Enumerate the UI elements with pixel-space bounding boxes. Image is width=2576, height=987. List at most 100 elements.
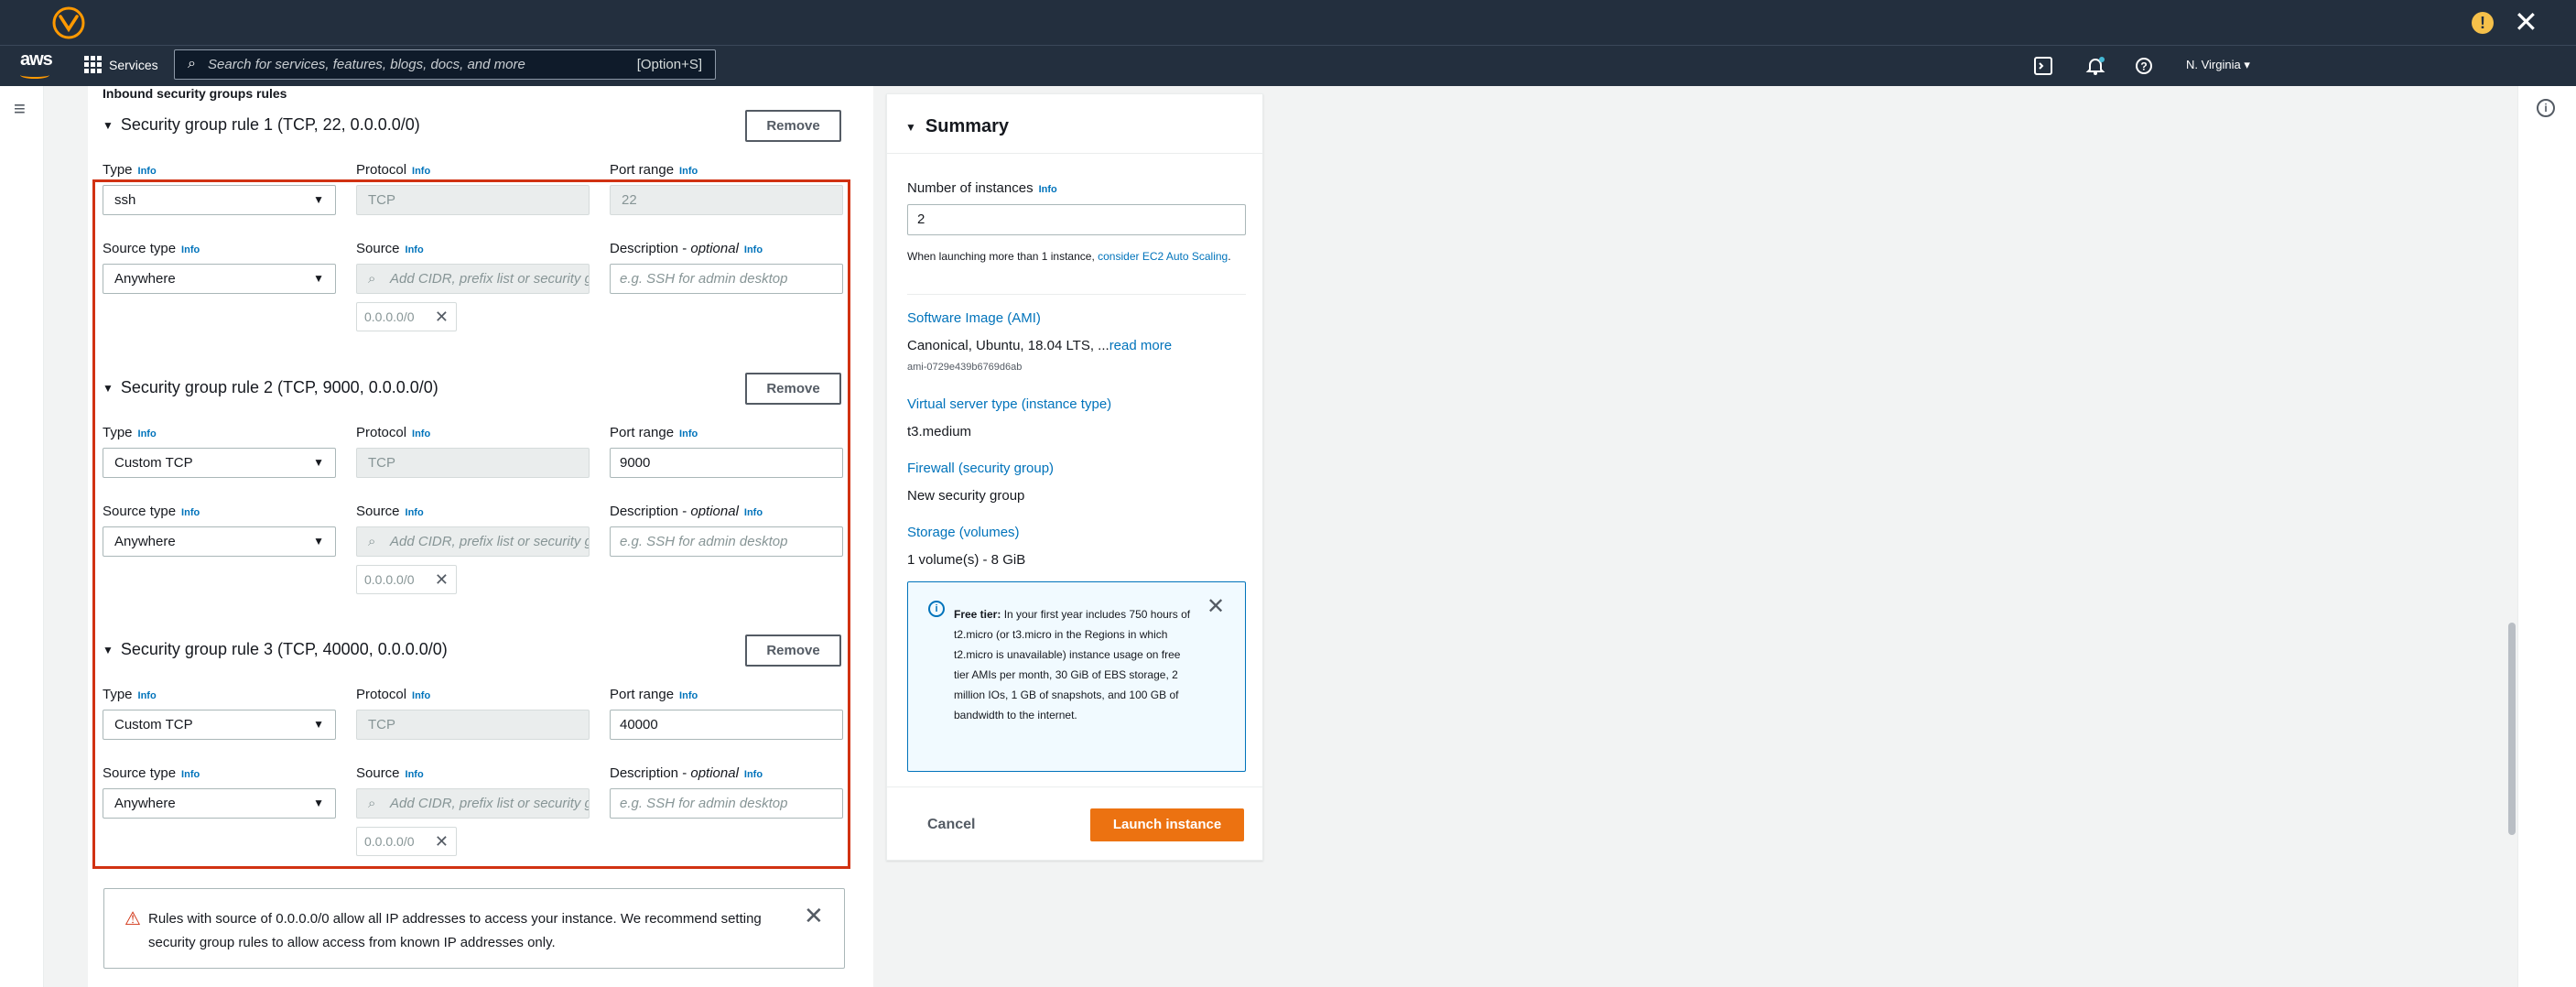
rule-title: Security group rule 3 (TCP, 40000, 0.0.0… <box>120 640 448 658</box>
info-panel-icon[interactable]: i <box>2537 99 2555 117</box>
app-logo-icon <box>52 6 85 39</box>
type-select[interactable]: Custom TCP ▼ <box>103 710 336 740</box>
alert-message: Rules with source of 0.0.0.0/0 allow all… <box>148 911 762 950</box>
summary-header[interactable]: ▼ Summary <box>905 116 1009 137</box>
search-icon: ⌕ <box>368 534 376 549</box>
warning-icon[interactable]: ! <box>2472 12 2494 34</box>
region-selector[interactable]: N. Virginia ▾ <box>2186 58 2250 72</box>
side-navigation-rail: ≡ <box>0 86 44 987</box>
divider <box>907 294 1246 295</box>
services-menu-button[interactable]: Services <box>84 56 158 73</box>
protocol-field: TCP <box>356 710 590 740</box>
help-panel-rail: i <box>2517 86 2576 987</box>
cidr-token: 0.0.0.0/0 ✕ <box>356 565 457 594</box>
info-link[interactable]: Info <box>679 166 698 177</box>
info-link[interactable]: Info <box>1039 184 1057 195</box>
page-scrollbar-thumb[interactable] <box>2508 623 2516 835</box>
source-type-select[interactable]: Anywhere ▼ <box>103 264 336 294</box>
bell-icon[interactable] <box>2085 56 2105 76</box>
free-tier-info-box: i Free tier: In your first year includes… <box>907 581 1246 772</box>
ami-value: Canonical, Ubuntu, 18.04 LTS, ...read mo… <box>907 338 1173 353</box>
close-window-button[interactable]: ✕ <box>2514 7 2538 37</box>
info-link[interactable]: Info <box>406 769 424 780</box>
source-search-input[interactable]: ⌕Add CIDR, prefix list or security group <box>356 788 590 819</box>
remove-rule-button[interactable]: Remove <box>745 634 841 667</box>
source-search-input[interactable]: ⌕Add CIDR, prefix list or security group <box>356 526 590 557</box>
port-range-label: Port range Info <box>610 162 698 178</box>
description-input[interactable]: e.g. SSH for admin desktop <box>610 264 843 294</box>
warning-triangle-icon: ⚠ <box>124 909 141 929</box>
rule-title: Security group rule 1 (TCP, 22, 0.0.0.0/… <box>120 115 420 134</box>
remove-token-icon[interactable]: ✕ <box>435 828 449 855</box>
search-icon: ⌕ <box>188 56 196 71</box>
summary-panel: ▼ Summary Number of instances Info 2 When… <box>886 93 1263 861</box>
info-link[interactable]: Info <box>138 166 157 177</box>
aws-logo-smile-icon <box>20 71 49 79</box>
type-label: Type Info <box>103 687 157 702</box>
protocol-label: Protocol Info <box>356 162 431 178</box>
dropdown-caret-icon: ▼ <box>313 456 324 469</box>
launch-instance-button[interactable]: Launch instance <box>1090 808 1244 841</box>
info-link[interactable]: Info <box>181 244 200 255</box>
info-link[interactable]: Info <box>138 428 157 439</box>
info-link[interactable]: Info <box>138 690 157 701</box>
cloudshell-icon[interactable] <box>2034 57 2052 75</box>
info-link[interactable]: Info <box>406 507 424 518</box>
rule-1-header[interactable]: ▼ Security group rule 1 (TCP, 22, 0.0.0.… <box>103 115 420 135</box>
inbound-rules-heading: Inbound security groups rules <box>103 86 287 101</box>
info-link[interactable]: Info <box>679 690 698 701</box>
dismiss-free-tier-icon[interactable]: ✕ <box>1207 593 1225 620</box>
info-link[interactable]: Info <box>181 769 200 780</box>
info-link[interactable]: Info <box>412 428 430 439</box>
search-icon: ⌕ <box>368 271 376 287</box>
description-label: Description - optional Info <box>610 241 763 256</box>
hamburger-menu-icon[interactable]: ≡ <box>14 97 26 121</box>
info-link[interactable]: Info <box>181 507 200 518</box>
type-select[interactable]: ssh ▼ <box>103 185 336 215</box>
aws-navbar: aws Services ⌕ [Option+S] ? N. Virginia … <box>0 46 2576 86</box>
help-icon[interactable]: ? <box>2135 57 2153 75</box>
aws-logo[interactable]: aws <box>20 49 53 70</box>
remove-token-icon[interactable]: ✕ <box>435 566 449 593</box>
app-title-bar: ! ✕ <box>0 0 2576 46</box>
firewall-link[interactable]: Firewall (security group) <box>907 461 1054 476</box>
info-link[interactable]: Info <box>744 769 763 780</box>
source-type-select[interactable]: Anywhere ▼ <box>103 526 336 557</box>
port-range-input[interactable]: 9000 <box>610 448 843 478</box>
instance-type-link[interactable]: Virtual server type (instance type) <box>907 396 1111 412</box>
global-search-box[interactable]: ⌕ [Option+S] <box>174 49 716 80</box>
info-link[interactable]: Info <box>406 244 424 255</box>
search-input[interactable] <box>208 50 629 79</box>
source-type-select[interactable]: Anywhere ▼ <box>103 788 336 819</box>
type-select[interactable]: Custom TCP ▼ <box>103 448 336 478</box>
source-type-label: Source type Info <box>103 765 200 781</box>
info-link[interactable]: Info <box>412 690 430 701</box>
read-more-link[interactable]: read more <box>1109 338 1172 353</box>
remove-token-icon[interactable]: ✕ <box>435 303 449 331</box>
port-range-input[interactable]: 40000 <box>610 710 843 740</box>
port-range-input: 22 <box>610 185 843 215</box>
rule-2-header[interactable]: ▼ Security group rule 2 (TCP, 9000, 0.0.… <box>103 378 438 397</box>
dismiss-alert-icon[interactable]: ✕ <box>804 902 824 930</box>
description-input[interactable]: e.g. SSH for admin desktop <box>610 788 843 819</box>
ami-link[interactable]: Software Image (AMI) <box>907 310 1041 326</box>
caret-down-icon: ▼ <box>103 643 114 656</box>
protocol-field: TCP <box>356 448 590 478</box>
info-link[interactable]: Info <box>679 428 698 439</box>
info-link[interactable]: Info <box>412 166 430 177</box>
cancel-button[interactable]: Cancel <box>927 817 975 833</box>
remove-rule-button[interactable]: Remove <box>745 110 841 142</box>
info-link[interactable]: Info <box>744 507 763 518</box>
description-input[interactable]: e.g. SSH for admin desktop <box>610 526 843 557</box>
description-label: Description - optional Info <box>610 765 763 781</box>
ec2-auto-scaling-link[interactable]: consider EC2 Auto Scaling <box>1098 250 1228 263</box>
info-circle-icon: i <box>928 601 945 617</box>
remove-rule-button[interactable]: Remove <box>745 373 841 405</box>
source-search-input[interactable]: ⌕Add CIDR, prefix list or security group <box>356 264 590 294</box>
info-link[interactable]: Info <box>744 244 763 255</box>
number-of-instances-input[interactable]: 2 <box>907 204 1246 235</box>
rule-3-header[interactable]: ▼ Security group rule 3 (TCP, 40000, 0.0… <box>103 640 448 659</box>
protocol-label: Protocol Info <box>356 425 431 440</box>
firewall-value: New security group <box>907 488 1025 504</box>
storage-link[interactable]: Storage (volumes) <box>907 525 1020 540</box>
